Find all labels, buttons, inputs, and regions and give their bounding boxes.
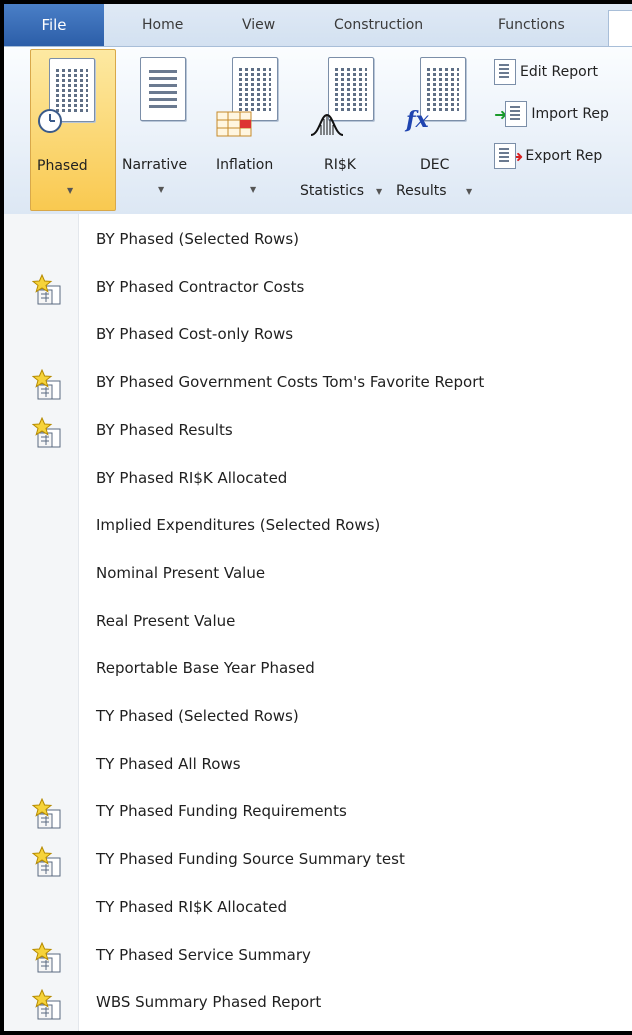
menu-item[interactable]: Nominal Present Value [4, 552, 632, 598]
favorite-report-icon [31, 368, 64, 401]
phased-reports-menu: BY Phased (Selected Rows) BY Phased Contr… [4, 214, 632, 1031]
menu-item[interactable]: TY Phased Funding Source Summary test [4, 838, 632, 884]
menu-item[interactable]: Implied Expenditures (Selected Rows) [4, 504, 632, 550]
phased-dropdown-arrow-icon: ▼ [67, 186, 74, 195]
menu-item-label: BY Phased RI$K Allocated [96, 468, 288, 487]
narrative-dropdown-arrow-icon: ▼ [158, 185, 165, 194]
dec-button-label-line2: Results [396, 183, 447, 199]
menu-item[interactable]: BY Phased (Selected Rows) [4, 218, 632, 264]
menu-item-label: TY Phased Service Summary [96, 945, 311, 964]
favorite-report-icon [31, 416, 64, 449]
menu-item-label: TY Phased RI$K Allocated [96, 897, 288, 916]
menu-item-label: BY Phased Government Costs Tom's Favorit… [96, 373, 485, 392]
export-report-button[interactable]: ➜ Export Rep [494, 141, 602, 171]
favorite-report-icon [31, 273, 64, 306]
phased-button[interactable]: Phased ▼ [30, 49, 116, 211]
tab-view[interactable]: View [242, 4, 275, 46]
inflation-table-icon [216, 111, 252, 137]
inflation-button-label: Inflation [216, 157, 274, 173]
menu-item-label: Reportable Base Year Phased [96, 659, 315, 678]
inflation-dropdown-arrow-icon: ▼ [250, 185, 257, 194]
clock-icon [38, 109, 62, 133]
edit-report-icon [494, 59, 516, 85]
menu-item-label: TY Phased Funding Requirements [96, 802, 347, 821]
menu-item[interactable]: TY Phased All Rows [4, 743, 632, 789]
risk-button-label-line1: RI$K [324, 157, 356, 173]
edit-report-label: Edit Report [520, 64, 598, 80]
narrative-button[interactable]: Narrative ▼ [116, 49, 212, 209]
narrative-report-icon [140, 57, 186, 121]
menu-item-label: TY Phased Funding Source Summary test [96, 850, 405, 869]
risk-button-label-line2: Statistics [300, 183, 364, 199]
ribbon-tab-strip: File Home View Construction Functions [4, 4, 632, 47]
menu-item[interactable]: BY Phased Cost-only Rows [4, 313, 632, 359]
dec-results-button[interactable]: fx DEC Results ▼ [390, 49, 480, 209]
tab-functions-label: Functions [498, 17, 565, 33]
risk-statistics-button[interactable]: RI$K Statistics ▼ [298, 49, 388, 209]
tab-reports[interactable] [608, 10, 632, 47]
tab-view-label: View [242, 17, 276, 33]
import-report-button[interactable]: ➜ Import Rep [494, 99, 609, 129]
menu-item-label: BY Phased (Selected Rows) [96, 230, 299, 248]
function-fx-icon: fx [406, 107, 429, 133]
export-report-label: Export Rep [525, 148, 603, 164]
ribbon-panel: Phased ▼ Narrative ▼ Inflation ▼ RI$K St… [4, 46, 632, 216]
menu-item[interactable]: BY Phased Results [4, 409, 632, 455]
menu-item[interactable]: TY Phased (Selected Rows) [4, 695, 632, 741]
risk-report-icon [328, 57, 374, 121]
edit-report-button[interactable]: Edit Report [494, 57, 598, 87]
import-report-label: Import Rep [531, 106, 609, 122]
app-window: File Home View Construction Functions Ph… [4, 4, 632, 1031]
tab-file-label: File [41, 16, 67, 34]
favorite-report-icon [31, 798, 64, 830]
risk-dropdown-arrow-icon: ▼ [376, 187, 383, 196]
phased-button-label: Phased [37, 158, 88, 174]
menu-item[interactable]: Real Present Value [4, 600, 632, 646]
tab-construction[interactable]: Construction [334, 4, 423, 46]
menu-item-label: WBS Summary Phased Report [96, 993, 322, 1012]
export-report-icon [494, 143, 516, 169]
menu-item[interactable]: TY Phased Service Summary [4, 934, 632, 980]
menu-item[interactable]: Reportable Base Year Phased [4, 647, 632, 693]
menu-item[interactable]: TY Phased Funding Requirements [4, 790, 632, 836]
tab-home[interactable]: Home [142, 4, 183, 46]
menu-item-label: TY Phased All Rows [96, 754, 241, 773]
inflation-button[interactable]: Inflation ▼ [212, 49, 296, 209]
menu-item-label: TY Phased (Selected Rows) [96, 707, 299, 725]
menu-item[interactable]: BY Phased RI$K Allocated [4, 457, 632, 503]
tab-file[interactable]: File [4, 4, 104, 46]
favorite-report-icon [31, 988, 64, 1021]
favorite-report-icon [31, 941, 64, 974]
import-report-icon [505, 101, 528, 127]
bell-curve-icon [310, 113, 344, 136]
menu-item-label: BY Phased Contractor Costs [96, 277, 305, 296]
menu-item-label: BY Phased Cost-only Rows [96, 325, 294, 344]
narrative-button-label: Narrative [122, 157, 188, 173]
menu-item[interactable]: WBS Summary Phased Report [4, 981, 632, 1027]
dec-button-label-line1: DEC [420, 157, 450, 173]
tab-construction-label: Construction [334, 17, 424, 33]
menu-item[interactable]: BY Phased Contractor Costs [4, 266, 632, 312]
tab-functions[interactable]: Functions [498, 4, 565, 46]
favorite-report-icon [31, 845, 64, 878]
menu-item[interactable]: TY Phased RI$K Allocated [4, 886, 632, 932]
menu-item-label: Nominal Present Value [96, 563, 266, 582]
menu-item[interactable]: BY Phased Government Costs Tom's Favorit… [4, 361, 632, 407]
menu-item-label: BY Phased Results [96, 420, 233, 439]
menu-item-label: Implied Expenditures (Selected Rows) [96, 516, 381, 535]
dec-dropdown-arrow-icon: ▼ [466, 187, 473, 196]
menu-item-label: Real Present Value [96, 611, 236, 630]
tab-home-label: Home [142, 17, 184, 33]
